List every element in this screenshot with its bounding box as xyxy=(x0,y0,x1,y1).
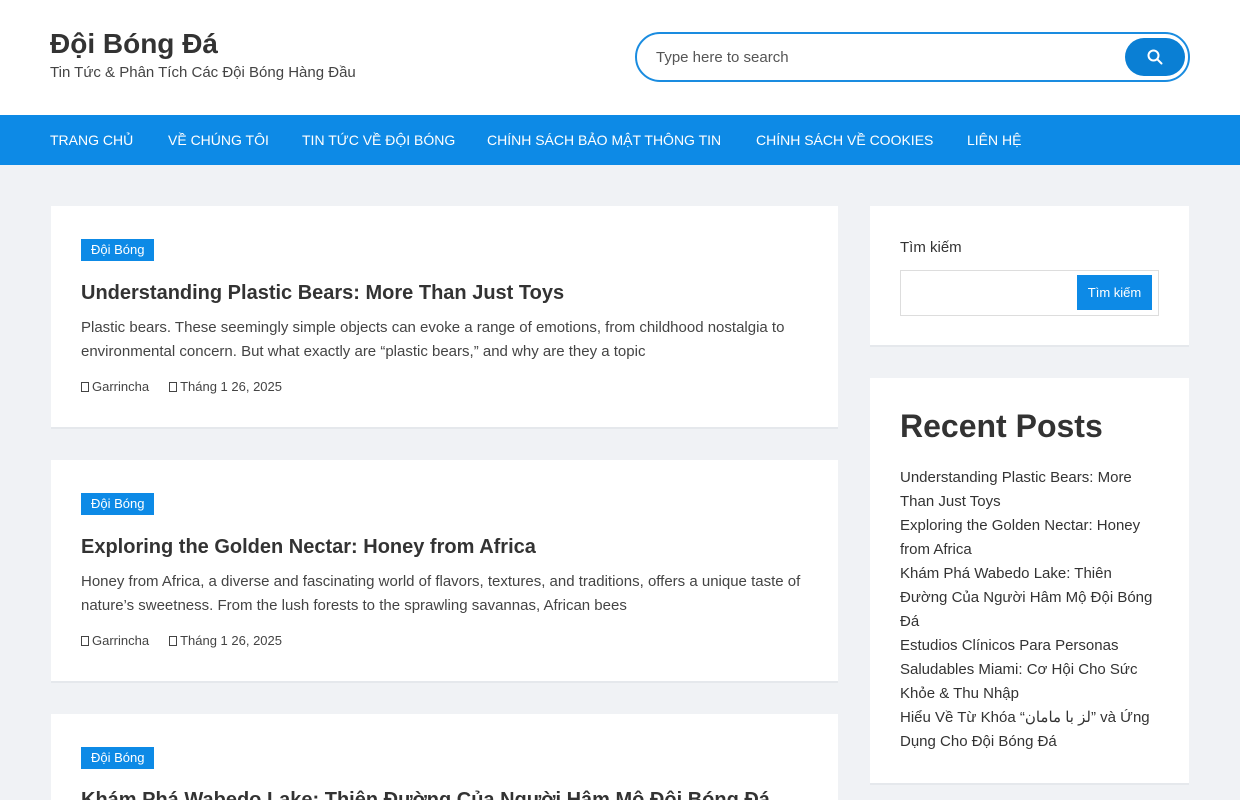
post-meta: Garrincha Tháng 1 26, 2025 xyxy=(81,633,282,648)
post-title[interactable]: Exploring the Golden Nectar: Honey from … xyxy=(81,536,536,559)
site-title[interactable]: Đội Bóng Đá xyxy=(50,28,218,60)
post-excerpt: Plastic bears. These seemingly simple ob… xyxy=(81,319,785,360)
recent-posts-heading: Recent Posts xyxy=(900,408,1103,444)
post-date-text: Tháng 1 26, 2025 xyxy=(180,633,282,648)
post-title[interactable]: Understanding Plastic Bears: More Than J… xyxy=(81,282,564,305)
category-badge[interactable]: Đội Bóng xyxy=(81,239,155,261)
category-badge[interactable]: Đội Bóng xyxy=(81,747,155,769)
recent-posts-widget: Recent Posts Understanding Plastic Bears… xyxy=(870,378,1189,785)
recent-post-link[interactable]: Exploring the Golden Nectar: Honey from … xyxy=(900,517,1140,558)
nav-item-about[interactable]: VỀ CHÚNG TÔI xyxy=(168,115,269,165)
site-tagline: Tin Tức & Phân Tích Các Đội Bóng Hàng Đầ… xyxy=(50,64,356,81)
post-date-text: Tháng 1 26, 2025 xyxy=(180,379,282,394)
post-date: Tháng 1 26, 2025 xyxy=(169,633,282,648)
post-author-name[interactable]: Garrincha xyxy=(92,379,149,394)
recent-posts-list: Understanding Plastic Bears: More Than J… xyxy=(900,466,1162,754)
post-date: Tháng 1 26, 2025 xyxy=(169,379,282,394)
post-author-name[interactable]: Garrincha xyxy=(92,633,149,648)
search-widget-label: Tìm kiếm xyxy=(900,239,962,256)
header-search-input[interactable] xyxy=(656,34,1116,80)
header-search-button[interactable] xyxy=(1125,38,1185,76)
search-widget: Tìm kiếm Tìm kiếm xyxy=(870,206,1189,347)
main-nav: TRANG CHỦ VỀ CHÚNG TÔI TIN TỨC VỀ ĐỘI BÓ… xyxy=(0,115,1240,165)
calendar-icon xyxy=(169,381,178,392)
post-excerpt: Honey from Africa, a diverse and fascina… xyxy=(81,573,801,614)
post-card: Đội Bóng Understanding Plastic Bears: Mo… xyxy=(51,206,838,429)
search-widget-button[interactable]: Tìm kiếm xyxy=(1077,275,1152,310)
recent-post-link[interactable]: Hiểu Về Từ Khóa “لز با مامان” và Ứng Dụn… xyxy=(900,709,1150,750)
recent-post-link[interactable]: Understanding Plastic Bears: More Than J… xyxy=(900,469,1132,510)
post-author[interactable]: Garrincha xyxy=(81,633,149,648)
post-meta: Garrincha Tháng 1 26, 2025 xyxy=(81,379,282,394)
category-badge[interactable]: Đội Bóng xyxy=(81,493,155,515)
nav-item-contact[interactable]: LIÊN HỆ xyxy=(967,115,1021,165)
user-icon xyxy=(81,381,89,392)
recent-post-link[interactable]: Khám Phá Wabedo Lake: Thiên Đường Của Ng… xyxy=(900,565,1152,630)
search-icon xyxy=(1147,49,1163,65)
recent-post-link[interactable]: Estudios Clínicos Para Personas Saludabl… xyxy=(900,637,1137,702)
search-widget-box: Tìm kiếm xyxy=(900,270,1159,316)
post-card: Đội Bóng Exploring the Golden Nectar: Ho… xyxy=(51,460,838,683)
user-icon xyxy=(81,635,89,646)
post-author[interactable]: Garrincha xyxy=(81,379,149,394)
nav-item-privacy-policy[interactable]: CHÍNH SÁCH BẢO MẬT THÔNG TIN xyxy=(487,115,721,165)
site-header: Đội Bóng Đá Tin Tức & Phân Tích Các Đội … xyxy=(0,0,1240,115)
post-title[interactable]: Khám Phá Wabedo Lake: Thiên Đường Của Ng… xyxy=(81,789,770,800)
search-widget-input[interactable] xyxy=(902,272,1072,314)
nav-item-cookie-policy[interactable]: CHÍNH SÁCH VỀ COOKIES xyxy=(756,115,933,165)
nav-item-team-news[interactable]: TIN TỨC VỀ ĐỘI BÓNG xyxy=(302,115,455,165)
calendar-icon xyxy=(169,635,178,646)
header-search-box xyxy=(635,32,1190,82)
nav-item-home[interactable]: TRANG CHỦ xyxy=(50,115,133,165)
post-card: Đội Bóng Khám Phá Wabedo Lake: Thiên Đườ… xyxy=(51,714,838,800)
